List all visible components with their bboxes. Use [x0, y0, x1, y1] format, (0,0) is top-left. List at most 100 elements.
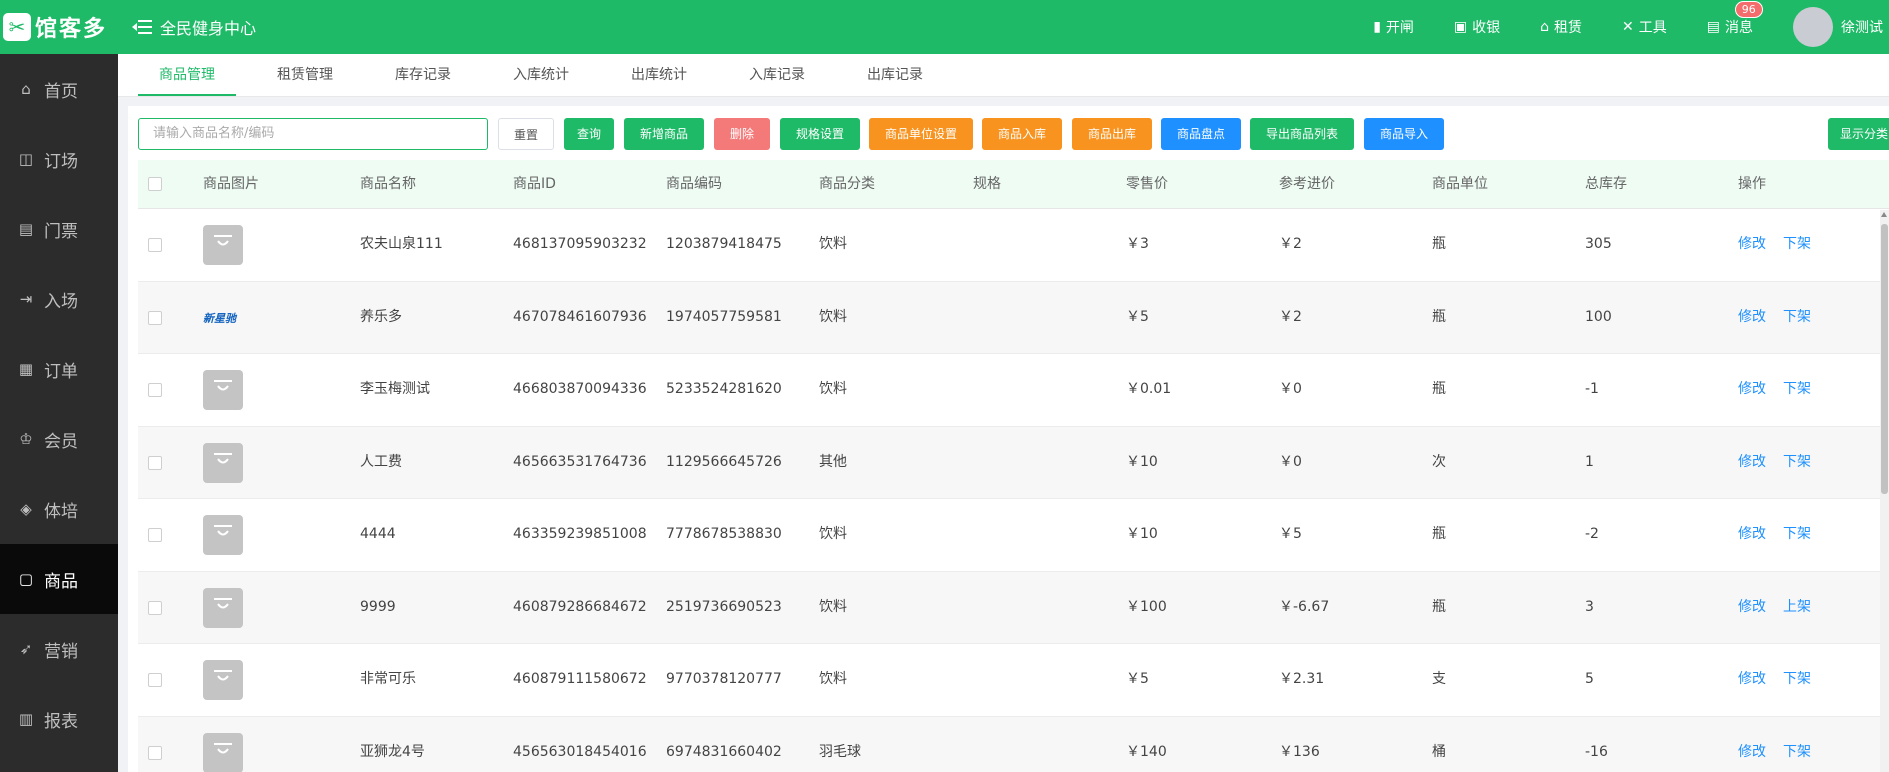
edit-link[interactable]: 修改	[1738, 354, 1766, 425]
table-row: 人工费 465663531764736 1129566645726 其他 ￥10 ￥0 次 1…	[138, 426, 1889, 499]
avatar[interactable]	[1793, 7, 1833, 47]
gate-icon: ▮	[1373, 19, 1381, 35]
cell-stock: 3	[1585, 598, 1594, 615]
unit-settings-button[interactable]: 商品单位设置	[869, 118, 973, 150]
show-categories-button[interactable]: 显示分类	[1828, 118, 1889, 150]
sidebar-item-marketing[interactable]: ➶ 营销	[0, 614, 118, 684]
search-input[interactable]: 请输入商品名称/编码	[138, 118, 488, 150]
row-checkbox[interactable]	[148, 528, 162, 542]
row-checkbox[interactable]	[148, 383, 162, 397]
toggle-shelf-link[interactable]: 下架	[1783, 282, 1811, 353]
edit-link[interactable]: 修改	[1738, 209, 1766, 280]
goods-stocktake-button[interactable]: 商品盘点	[1161, 118, 1241, 150]
nav-tools[interactable]: ✕ 工具	[1622, 17, 1667, 37]
cell-unit: 次	[1432, 453, 1446, 470]
cell-name: 非常可乐	[360, 671, 416, 687]
home-icon: ⌂	[21, 80, 31, 98]
row-checkbox[interactable]	[148, 310, 162, 325]
cell-stock: 5	[1585, 671, 1594, 687]
goods-outbound-button[interactable]: 商品出库	[1072, 118, 1152, 150]
tab-goods-management[interactable]: 商品管理	[138, 54, 236, 96]
row-checkbox[interactable]	[148, 745, 162, 760]
sidebar-item-label: 报表	[44, 711, 78, 732]
add-goods-button[interactable]: 新增商品	[624, 118, 704, 150]
sidebar-item-training[interactable]: ◈ 体培	[0, 474, 118, 544]
shopping-bag-icon	[214, 525, 232, 536]
row-checkbox[interactable]	[148, 455, 162, 470]
tab-inventory-records[interactable]: 库存记录	[374, 54, 472, 96]
cell-name: 9999	[360, 598, 396, 615]
sidebar-item-label: 体培	[44, 501, 78, 522]
select-all-checkbox[interactable]	[148, 177, 162, 191]
ticket-icon: ▤	[18, 220, 34, 238]
toggle-shelf-link[interactable]: 下架	[1783, 499, 1811, 570]
scroll-up-arrow-icon[interactable]	[1881, 212, 1887, 217]
toggle-shelf-link[interactable]: 下架	[1783, 354, 1811, 425]
edit-link[interactable]: 修改	[1738, 572, 1766, 643]
cell-name: 亚狮龙4号	[360, 743, 425, 760]
cell-unit: 瓶	[1432, 236, 1446, 252]
query-button[interactable]: 查询	[564, 118, 614, 150]
sidebar-item-members[interactable]: ♔ 会员	[0, 404, 118, 474]
cell-cost: ￥2	[1279, 236, 1302, 252]
column-header: 商品ID	[513, 176, 556, 192]
sidebar-item-entry[interactable]: ⇥ 入场	[0, 264, 118, 334]
cell-category: 其他	[819, 453, 847, 470]
cell-id: 466803870094336	[513, 381, 647, 397]
goods-inbound-button[interactable]: 商品入库	[982, 118, 1062, 150]
toggle-shelf-link[interactable]: 下架	[1783, 717, 1811, 772]
nav-cashier[interactable]: ▣ 收银	[1454, 17, 1500, 37]
vertical-scrollbar[interactable]	[1880, 210, 1889, 772]
menu-collapse-icon[interactable]	[132, 18, 152, 36]
sidebar-item-booking[interactable]: ◫ 订场	[0, 124, 118, 194]
tab-inbound-stats[interactable]: 入库统计	[492, 54, 590, 96]
toggle-shelf-link[interactable]: 上架	[1783, 572, 1811, 643]
sidebar-item-reports[interactable]: ▥ 报表	[0, 684, 118, 754]
reset-button[interactable]: 重置	[498, 118, 554, 150]
sidebar-item-tickets[interactable]: ▤ 门票	[0, 194, 118, 264]
user-menu[interactable]: 徐测试	[1793, 7, 1883, 47]
edit-link[interactable]: 修改	[1738, 427, 1766, 498]
row-checkbox[interactable]	[148, 673, 162, 687]
spec-settings-button[interactable]: 规格设置	[780, 118, 860, 150]
nav-open-gate[interactable]: ▮ 开闸	[1373, 17, 1414, 37]
nav-label: 收银	[1472, 20, 1501, 36]
toggle-shelf-link[interactable]: 下架	[1783, 209, 1811, 280]
toggle-shelf-link[interactable]: 下架	[1783, 644, 1811, 715]
row-checkbox[interactable]	[148, 600, 162, 615]
edit-link[interactable]: 修改	[1738, 717, 1766, 772]
shopping-bag-icon	[214, 742, 232, 753]
edit-link[interactable]: 修改	[1738, 499, 1766, 570]
scroll-thumb[interactable]	[1881, 224, 1888, 494]
row-checkbox[interactable]	[148, 238, 162, 252]
tab-rental-management[interactable]: 租赁管理	[256, 54, 354, 96]
sidebar-item-orders[interactable]: ▦ 订单	[0, 334, 118, 404]
cell-price: ￥10	[1126, 526, 1158, 542]
edit-link[interactable]: 修改	[1738, 282, 1766, 353]
tab-inbound-records[interactable]: 入库记录	[728, 54, 826, 96]
venue-name: 全民健身中心	[160, 19, 257, 38]
tab-outbound-stats[interactable]: 出库统计	[610, 54, 708, 96]
product-image	[203, 370, 243, 410]
sidebar-item-goods[interactable]: ▢ 商品	[0, 544, 118, 614]
venue-switcher[interactable]: 全民健身中心	[132, 13, 256, 41]
order-icon: ▦	[18, 360, 34, 378]
goods-import-button[interactable]: 商品导入	[1364, 118, 1444, 150]
nav-messages[interactable]: ▤ 消息 96	[1706, 1, 1763, 37]
sidebar-item-home[interactable]: ⌂ 首页	[0, 54, 118, 124]
tab-outbound-records[interactable]: 出库记录	[846, 54, 944, 96]
toggle-shelf-link[interactable]: 下架	[1783, 427, 1811, 498]
delete-button[interactable]: 删除	[714, 118, 770, 150]
sidebar-item-label: 会员	[44, 431, 78, 452]
table-row: 4444 463359239851008 7778678538830 饮料 ￥10 ￥5 瓶…	[138, 499, 1889, 572]
toolbar: 请输入商品名称/编码 重置 查询 新增商品 删除 规格设置 商品单位设置 商品入…	[138, 118, 1889, 150]
cell-unit: 瓶	[1432, 308, 1446, 325]
nav-rental[interactable]: ⌂ 租赁	[1540, 17, 1582, 37]
content-card: 请输入商品名称/编码 重置 查询 新增商品 删除 规格设置 商品单位设置 商品入…	[128, 106, 1889, 772]
cell-code: 5233524281620	[666, 381, 782, 397]
export-goods-button[interactable]: 导出商品列表	[1250, 118, 1354, 150]
message-icon: ▤	[1706, 19, 1720, 35]
cell-unit: 瓶	[1432, 381, 1446, 397]
edit-link[interactable]: 修改	[1738, 644, 1766, 715]
cell-id: 460879286684672	[513, 598, 647, 615]
